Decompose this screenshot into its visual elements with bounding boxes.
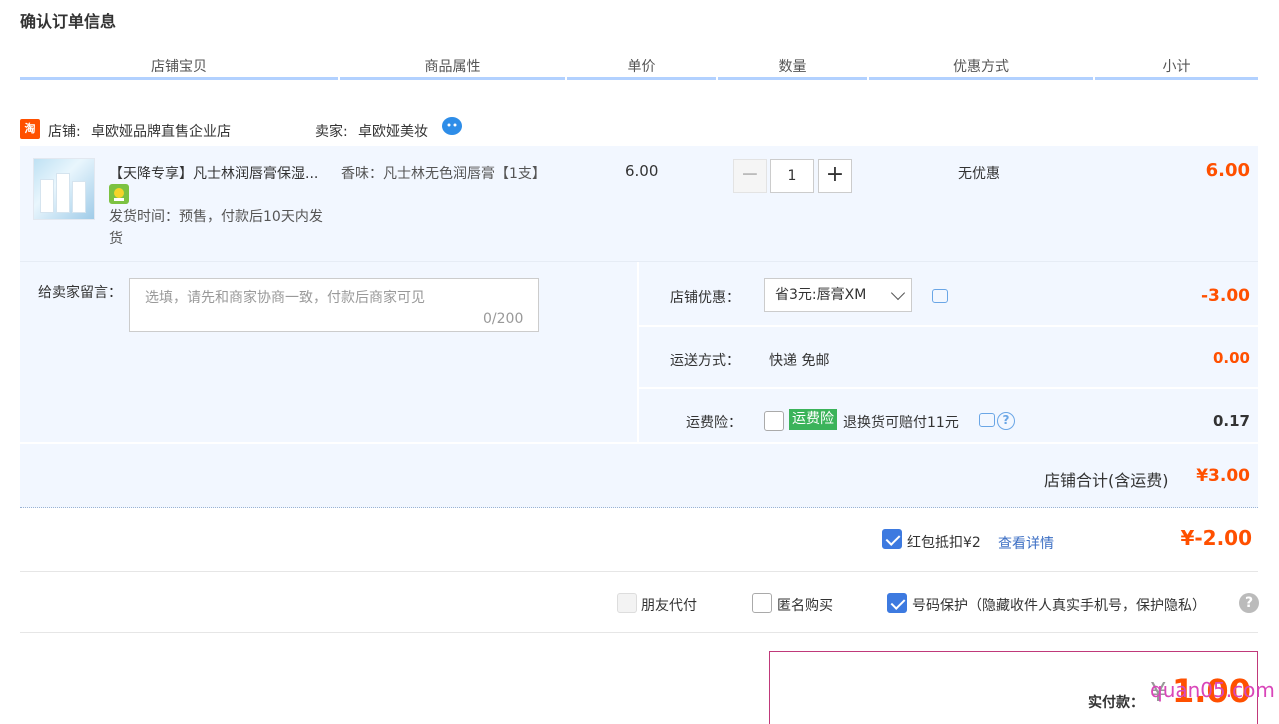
shop-discount-label: 店铺优惠：	[670, 290, 740, 306]
payment-label: 实付款：	[1088, 695, 1144, 711]
divider	[20, 632, 1258, 633]
help-icon[interactable]: ?	[1239, 593, 1259, 613]
insurance-text: 退换货可赔付11元	[843, 415, 959, 431]
qty-decrease-button[interactable]: −	[733, 159, 767, 193]
page-title: 确认订单信息	[20, 12, 117, 31]
divider	[639, 387, 1258, 389]
shop-name-link[interactable]: 卓欧娅品牌直售企业店	[91, 121, 231, 141]
divider	[20, 442, 1258, 444]
shop-total-amount: ¥3.00	[1196, 466, 1250, 486]
divider	[20, 571, 1258, 572]
quantity-input[interactable]: 1	[770, 159, 814, 193]
unit-price: 6.00	[625, 162, 659, 180]
product-thumbnail[interactable]	[33, 158, 95, 220]
shop-discount-amount: -3.00	[1201, 286, 1250, 306]
comment-icon[interactable]	[932, 289, 948, 303]
anonymous-label: 匿名购买	[777, 598, 833, 614]
seller-label: 卖家:	[315, 124, 348, 140]
red-packet-amount: ¥-2.00	[1180, 526, 1252, 550]
help-icon[interactable]: ?	[997, 412, 1015, 430]
message-char-counter: 0/200	[483, 311, 524, 327]
friend-pay-label: 朋友代付	[641, 598, 697, 614]
view-details-link[interactable]: 查看详情	[998, 533, 1054, 553]
seller-name-link[interactable]: 卓欧娅美妆	[358, 121, 428, 141]
red-packet-checkbox[interactable]	[882, 529, 902, 549]
chevron-down-icon	[890, 285, 906, 301]
wangwang-chat-icon[interactable]	[441, 116, 463, 136]
insurance-badge: 运费险	[789, 409, 837, 430]
insurance-checkbox[interactable]	[764, 411, 784, 431]
message-placeholder: 选填，请先和商家协商一致，付款后商家可见	[145, 290, 425, 306]
product-title-link[interactable]: 【天降专享】凡士林润唇膏保湿...	[109, 163, 337, 183]
shipping-label: 运送方式：	[670, 353, 740, 369]
comment-icon[interactable]	[979, 413, 995, 427]
shipping-method: 快递 免邮	[769, 353, 830, 369]
number-protect-checkbox[interactable]	[887, 593, 907, 613]
insurance-amount: 0.17	[1212, 412, 1250, 430]
col-header-subtotal: 小计	[1095, 58, 1258, 80]
col-header-item: 店铺宝贝	[20, 58, 338, 80]
ship-time: 发货时间：预售，付款后10天内发货	[109, 209, 323, 247]
shipping-amount: 0.00	[1212, 349, 1250, 367]
col-header-price: 单价	[567, 58, 716, 80]
product-attribute: 香味：凡士林无色润唇膏【1支】	[341, 166, 546, 182]
shop-label: 店铺:	[48, 124, 81, 140]
number-protect-label: 号码保护（隐藏收件人真实手机号，保护隐私）	[912, 598, 1206, 614]
taobao-shop-icon: 淘	[20, 119, 40, 139]
col-header-qty: 数量	[718, 58, 867, 80]
divider	[637, 262, 639, 444]
watermark: quan05.com	[1150, 678, 1275, 702]
discount-method: 无优惠	[958, 166, 1000, 182]
anonymous-checkbox[interactable]	[752, 593, 772, 613]
red-packet-text: 红包抵扣¥2	[907, 535, 981, 551]
divider	[639, 325, 1258, 327]
qty-increase-button[interactable]: +	[818, 159, 852, 193]
item-subtotal: 6.00	[1205, 160, 1250, 181]
shop-discount-select[interactable]: 省3元:唇膏XM	[764, 278, 912, 312]
shop-discount-selected: 省3元:唇膏XM	[775, 287, 867, 303]
tmall-badge-icon	[109, 184, 129, 204]
friend-pay-checkbox[interactable]	[617, 593, 637, 613]
message-label: 给卖家留言：	[38, 285, 122, 301]
col-header-discount: 优惠方式	[869, 58, 1093, 80]
insurance-label: 运费险：	[686, 415, 742, 431]
col-header-attr: 商品属性	[340, 58, 565, 80]
